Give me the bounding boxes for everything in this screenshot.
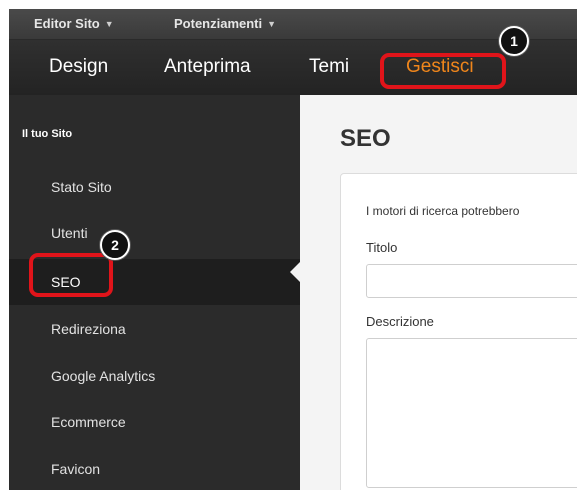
sidebar-item-google-analytics[interactable]: Google Analytics <box>9 353 300 399</box>
page-title: SEO <box>340 125 391 152</box>
seo-settings-card: I motori di ricerca potrebbero Titolo De… <box>340 173 577 490</box>
app-window: Editor Sito ▼ Potenziamenti ▼ Design Antep… <box>9 9 577 490</box>
sidebar-title: Il tuo Sito <box>22 128 73 140</box>
chevron-down-icon: ▼ <box>104 19 114 29</box>
description-label: Descrizione <box>366 314 434 329</box>
description-textarea[interactable] <box>366 338 577 488</box>
title-label: Titolo <box>366 240 398 255</box>
chevron-down-icon: ▼ <box>267 19 277 29</box>
manage-highlight <box>380 53 506 89</box>
upgrades-menu[interactable]: Potenziamenti ▼ <box>174 16 276 31</box>
seo-description-text: I motori di ricerca potrebbero <box>366 204 520 218</box>
title-input[interactable] <box>366 264 577 298</box>
nav-design[interactable]: Design <box>49 56 108 78</box>
main-content: SEO I motori di ricerca potrebbero Titol… <box>300 95 577 490</box>
seo-highlight <box>29 253 113 297</box>
sidebar-item-ecommerce[interactable]: Ecommerce <box>9 399 300 445</box>
sidebar-item-favicon[interactable]: Favicon <box>9 446 300 490</box>
step-2-badge: 2 <box>100 230 130 260</box>
step-1-badge: 1 <box>499 26 529 56</box>
upgrades-label: Potenziamenti <box>174 16 263 31</box>
nav-preview[interactable]: Anteprima <box>164 56 251 78</box>
top-menu-bar: Editor Sito ▼ Potenziamenti ▼ <box>9 9 577 40</box>
sidebar-item-redirect[interactable]: Redireziona <box>9 306 300 352</box>
site-editor-label: Editor Sito <box>34 16 100 31</box>
site-editor-menu[interactable]: Editor Sito ▼ <box>34 16 114 31</box>
nav-themes[interactable]: Temi <box>309 56 349 78</box>
sidebar-item-users[interactable]: Utenti <box>9 210 300 256</box>
sidebar-item-site-status[interactable]: Stato Sito <box>9 164 300 210</box>
